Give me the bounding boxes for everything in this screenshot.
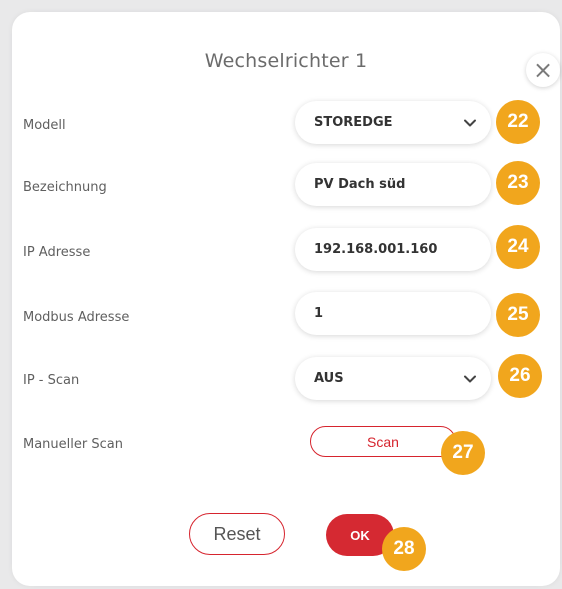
callout-badge-28: 28 (382, 527, 426, 571)
callout-badge-26: 26 (498, 354, 542, 398)
chevron-down-icon (463, 374, 477, 384)
ip-scan-label: IP - Scan (23, 373, 80, 388)
callout-badge-25: 25 (496, 293, 540, 337)
reset-button[interactable]: Reset (189, 513, 285, 555)
modell-select[interactable]: STOREDGE (295, 101, 491, 144)
ip-adresse-value: 192.168.001.160 (314, 242, 438, 257)
chevron-down-icon (463, 118, 477, 128)
dialog-title: Wechselrichter 1 (204, 50, 368, 72)
callout-badge-27: 27 (441, 431, 485, 475)
modell-value: STOREDGE (314, 115, 393, 130)
modbus-adresse-value: 1 (314, 306, 324, 321)
ip-scan-value: AUS (314, 371, 344, 386)
modell-label: Modell (23, 118, 66, 133)
ip-scan-select[interactable]: AUS (295, 357, 491, 400)
close-button[interactable]: × (526, 53, 560, 87)
callout-badge-22: 22 (496, 100, 540, 144)
ip-adresse-label: IP Adresse (23, 245, 91, 260)
bezeichnung-input[interactable]: PV Dach süd (295, 163, 491, 206)
modbus-adresse-input[interactable]: 1 (295, 292, 491, 335)
manual-scan-label: Manueller Scan (23, 437, 123, 452)
bezeichnung-label: Bezeichnung (23, 180, 107, 195)
callout-badge-24: 24 (496, 225, 540, 269)
ip-adresse-input[interactable]: 192.168.001.160 (295, 228, 491, 271)
bezeichnung-value: PV Dach süd (314, 177, 406, 192)
scan-button[interactable]: Scan (310, 426, 456, 457)
close-icon: × (532, 56, 554, 84)
modbus-adresse-label: Modbus Adresse (23, 310, 130, 325)
callout-badge-23: 23 (496, 161, 540, 205)
